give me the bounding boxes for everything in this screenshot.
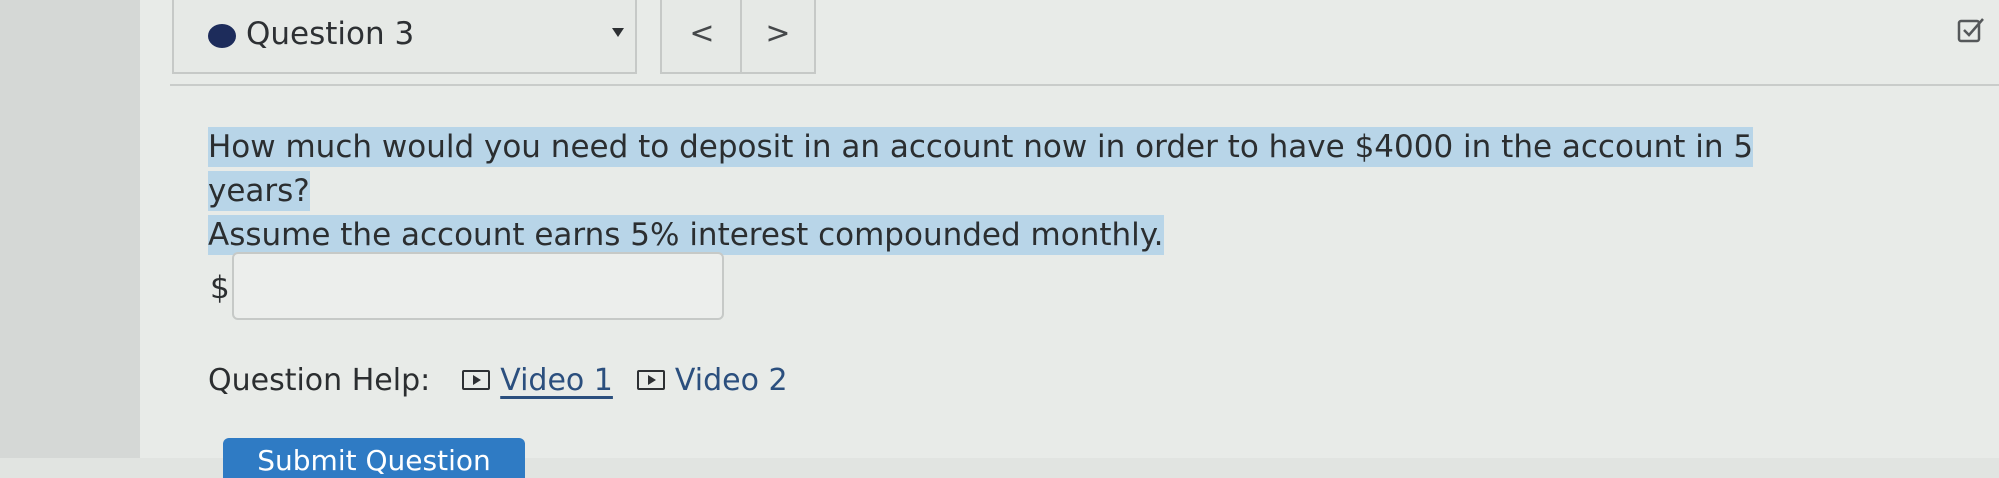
nav-divider <box>740 0 742 72</box>
question-help-label: Question Help: <box>208 362 431 398</box>
status-dot-icon <box>208 24 236 48</box>
check-box-icon[interactable] <box>1957 16 1985 44</box>
answer-input[interactable] <box>232 252 724 320</box>
question-selector-label: Question 3 <box>246 16 415 52</box>
previous-question-button[interactable]: < <box>672 12 732 56</box>
video-2-label: Video 2 <box>674 362 788 398</box>
video-2-link[interactable]: Video 2 <box>636 362 788 398</box>
video-play-icon <box>636 370 665 390</box>
caret-down-icon <box>612 28 624 37</box>
left-gutter <box>0 0 140 458</box>
question-nav: < > <box>660 0 816 74</box>
video-play-icon <box>462 370 491 390</box>
video-1-link[interactable]: Video 1 <box>462 363 613 398</box>
currency-symbol: $ <box>210 270 230 306</box>
next-question-button[interactable]: > <box>748 12 808 56</box>
submit-question-button[interactable]: Submit Question <box>223 438 525 478</box>
question-line-1: How much would you need to deposit in an… <box>208 127 1754 211</box>
video-1-label: Video 1 <box>500 362 613 398</box>
question-help: Question Help: Video 1 Video 2 <box>208 358 788 402</box>
question-text: How much would you need to deposit in an… <box>208 125 1828 257</box>
question-selector[interactable]: Question 3 <box>172 0 637 74</box>
question-line-2: Assume the account earns 5% interest com… <box>208 215 1164 255</box>
